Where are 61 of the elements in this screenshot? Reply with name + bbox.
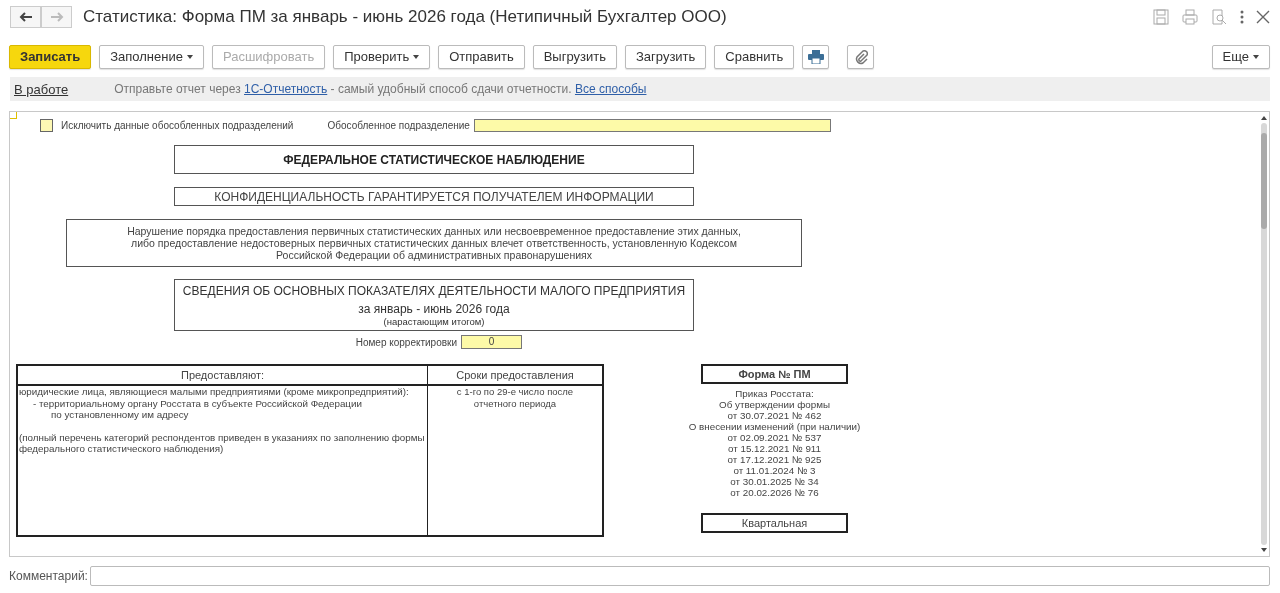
more-icon[interactable] [1239, 8, 1245, 26]
link[interactable]: 1С-Отчетность [244, 82, 328, 96]
correction-field[interactable]: 0 [461, 335, 522, 349]
periodicity: Квартальная [701, 513, 848, 533]
scroll-up-icon[interactable] [1261, 116, 1267, 120]
column-header: Сроки предоставления [428, 366, 602, 386]
order-text: от 15.12.2021 № 911 [727, 443, 823, 454]
checkbox[interactable] [40, 118, 53, 132]
header-text: (нарастающим итогом) [383, 315, 486, 327]
arrow-left-icon [18, 12, 33, 22]
order-text: О внесении изменений (при наличии) [688, 421, 861, 432]
order-text: от 02.09.2021 № 537 [726, 432, 823, 443]
field-label: Обособленное подразделение [327, 119, 470, 131]
header-text: либо предоставление недостоверных первичных статистических данных влечет ответственность, установленную Кодексом [131, 237, 738, 249]
subdivision-field[interactable] [473, 118, 831, 132]
toolbar-button[interactable]: Заполнение [99, 44, 204, 69]
column-header: Предоставляют: [18, 366, 428, 386]
toolbar-button[interactable]: Отправить [438, 44, 525, 69]
respondent-text: - территориальному органу Росстата в субъекте Российской Федерации [32, 397, 363, 409]
respondent-text: по установленному им адресу [50, 409, 190, 421]
header-text: КОНФИДЕНЦИАЛЬНОСТЬ ГАРАНТИРУЕТСЯ ПОЛУЧАТЕЛЕМ ИНФОРМАЦИИ [213, 189, 655, 204]
order-text: Об утверждении формы [718, 399, 831, 410]
preview-icon[interactable] [1210, 8, 1228, 26]
toolbar-button[interactable]: Загрузить [624, 44, 707, 69]
order-text: от 30.01.2025 № 34 [729, 476, 820, 487]
cell-marker [10, 112, 17, 119]
table-cell-text: с 1-го по 29-е число после отчетного периода [455, 386, 575, 410]
order-text: от 20.02.2026 № 76 [729, 487, 820, 498]
order-text: Приказ Росстата: [734, 388, 815, 399]
link[interactable]: Все способы [574, 82, 647, 96]
header-text: за январь - июнь 2026 года [357, 301, 511, 316]
comment-label: Комментарий: [9, 569, 89, 583]
scroll-down-icon[interactable] [1261, 548, 1267, 552]
print-button[interactable] [802, 44, 830, 69]
close-icon[interactable] [1256, 10, 1270, 24]
field-label: Номер корректировки [355, 336, 457, 348]
header-text: СВЕДЕНИЯ ОБ ОСНОВНЫХ ПОКАЗАТЕЛЯХ ДЕЯТЕЛЬНОСТИ МАЛОГО ПРЕДПРИЯТИЯ [181, 283, 687, 298]
header-text: ФЕДЕРАЛЬНОЕ СТАТИСТИЧЕСКОЕ НАБЛЮДЕНИЕ [282, 152, 586, 167]
respondent-text: (полный перечень категорий респондентов приведен в указаниях по заполнению формы федерального статистического наблюдения) [19, 431, 426, 455]
comment-field[interactable] [90, 566, 1270, 586]
info-message: Отправьте отчет через 1С-Отчетность - самый удобный способ сдачи отчетности. Все способы [114, 82, 647, 96]
form-number: Форма № ПМ [701, 364, 848, 384]
paperclip-icon [853, 48, 868, 65]
printer-icon [807, 49, 824, 64]
toolbar-button[interactable]: Проверить [333, 44, 431, 69]
header-text: Нарушение порядка предоставления первичных статистических данных или несвоевременное предоставление этих данных, [126, 225, 742, 237]
toolbar-button[interactable]: Сравнить [714, 44, 795, 69]
window-title: Статистика: Форма ПМ за январь - июнь 2026 года (Нетипичный Бухгалтер ООО) [83, 7, 727, 27]
toolbar-button[interactable]: Записать [9, 44, 92, 69]
toolbar-button[interactable]: Выгрузить [532, 44, 617, 69]
order-text: от 17.12.2021 № 925 [726, 454, 823, 465]
order-text: от 30.07.2021 № 462 [726, 410, 823, 421]
order-text: от 11.01.2024 № 3 [732, 465, 817, 476]
back-button[interactable] [10, 6, 41, 28]
header-text: Российской Федерации об административных правонарушениях [275, 249, 593, 261]
status-link[interactable]: В работе [14, 81, 69, 97]
arrow-right-icon [49, 12, 64, 22]
checkbox-label: Исключить данные обособленных подразделений [61, 119, 294, 131]
attach-button[interactable] [847, 44, 875, 69]
respondent-text: юридические лица, являющиеся малыми предприятиями (кроме микропредприятий): [19, 386, 410, 398]
more-button[interactable]: Еще [1211, 44, 1270, 69]
